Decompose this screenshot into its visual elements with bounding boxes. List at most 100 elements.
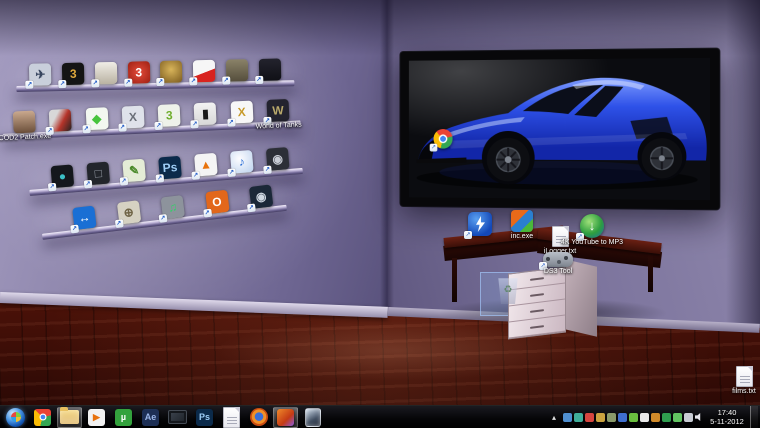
tray-icon-11[interactable] [673, 413, 682, 422]
eagle-game-icon[interactable]: ↗ [155, 60, 188, 83]
youtube-to-mp3-icon[interactable]: ↗ 4K YouTube to MP3 [574, 214, 610, 238]
game-app-taskbar-tile [277, 409, 294, 426]
tools-game-icon[interactable]: X↗ [115, 105, 152, 129]
firefox-taskbar[interactable] [246, 407, 271, 428]
tray-icon-6[interactable] [618, 413, 627, 422]
globe-app-icon[interactable]: ⊕↗ [109, 199, 147, 225]
shortcut-arrow-icon: ↗ [70, 225, 79, 234]
chrome-shortcut-icon[interactable]: ↗ [432, 129, 455, 149]
strategy-game-icon[interactable]: ↗ [89, 62, 122, 85]
utorrent-taskbar[interactable]: µ [111, 407, 136, 428]
ds3-tool-icon[interactable]: ↗ DS3 Tool [540, 252, 576, 267]
chrome-taskbar-tile [34, 409, 51, 426]
teamviewer-icon[interactable]: ↔↗ [65, 205, 103, 231]
mafia-2-icon[interactable]: ↗ [253, 58, 286, 81]
media-player-taskbar[interactable]: ▶ [84, 407, 109, 428]
shortcut-arrow-icon: ↗ [191, 120, 199, 128]
desk-leg-left [452, 258, 457, 302]
flight-simulator-x-icon[interactable]: X↗ [223, 100, 260, 124]
taskbar-apps: ▶µAe Ps [2, 406, 326, 428]
films-doc-icon[interactable]: films.txt [726, 366, 760, 387]
start-button[interactable] [3, 407, 28, 428]
eagle-game-tile: ↗ [160, 61, 182, 83]
tv-screen-lamborghini: ↗ [409, 58, 710, 200]
monitor-app-taskbar[interactable] [165, 407, 190, 428]
desk-leg-right [648, 252, 653, 292]
notes-app-taskbar-tile [223, 407, 240, 428]
lightning-app-icon[interactable]: ↗ [462, 212, 498, 236]
shortcut-arrow-icon: ↗ [46, 127, 54, 135]
films-doc-tile [736, 366, 753, 387]
soldier-game-icon[interactable]: ↗ [220, 59, 253, 82]
shortcut-arrow-icon: ↗ [91, 79, 99, 87]
glass-app-taskbar[interactable] [300, 407, 325, 428]
mw3-game-icon[interactable]: 3↗ [151, 104, 188, 128]
racing-game-icon[interactable]: ↗ [42, 109, 79, 133]
tray-icon-7[interactable] [629, 413, 638, 422]
notes-app-taskbar[interactable] [219, 407, 244, 428]
shortcut-arrow-icon: ↗ [155, 122, 163, 130]
world-of-tanks-tile: W↗ [266, 99, 289, 122]
max-payne-3-icon[interactable]: 3↗ [57, 62, 90, 85]
music-app-icon[interactable]: ♫↗ [154, 194, 192, 220]
tray-expand-arrow-icon[interactable]: ▴ [548, 413, 560, 422]
shortcut-arrow-icon: ↗ [58, 80, 66, 88]
system-tray [563, 413, 704, 422]
notepad-plus-plus-tile: ✎↗ [122, 159, 146, 183]
show-desktop-button[interactable] [750, 406, 758, 428]
red-alert-3-icon[interactable]: 3↗ [122, 61, 155, 84]
tray-icon-9[interactable] [651, 413, 660, 422]
teamviewer-tile: ↔↗ [72, 206, 96, 230]
explorer-taskbar-tile [60, 410, 79, 424]
monitor-app-taskbar-tile [168, 410, 187, 424]
adobe-ae-taskbar[interactable]: Ae [138, 407, 163, 428]
ds3-tool-label: DS3 Tool [544, 268, 572, 275]
box-app-icon[interactable]: □↗ [79, 161, 117, 186]
taskbar-clock[interactable]: 17:40 5-11-2012 [707, 408, 747, 427]
game-app-taskbar[interactable] [273, 407, 298, 428]
volume-icon[interactable] [695, 413, 704, 422]
desktop-wallpaper-room: ✈↗3↗↗3↗↗↗↗↗ COD2 Patch.exe↗◆↗X↗3↗▮↗X↗W↗W… [0, 0, 760, 405]
photoshop-tile: Ps↗ [158, 156, 182, 180]
shortcut-arrow-icon: ↗ [48, 183, 57, 192]
notepad-plus-plus-icon[interactable]: ✎↗ [115, 158, 153, 183]
chrome-logo-icon: ↗ [434, 129, 453, 149]
box-app-tile: □↗ [86, 162, 110, 186]
music-app-tile: ♫↗ [161, 195, 185, 219]
taskbar: ▶µAe Ps ▴ 17:40 5-11-2012 [0, 405, 760, 428]
tray-icon-4[interactable] [596, 413, 605, 422]
tray-icon-2[interactable] [574, 413, 583, 422]
recycle-bin-tile [497, 276, 519, 304]
shortcut-arrow-icon: ↗ [227, 118, 235, 126]
tray-icon-10[interactable] [662, 413, 671, 422]
f1-racing-icon[interactable]: ↗ [188, 60, 221, 83]
counter-strike-tile: ▮↗ [194, 102, 217, 125]
media-player-app-tile: ●↗ [51, 164, 75, 188]
tray-icon-8[interactable] [640, 413, 649, 422]
shortcut-arrow-icon: ↗ [114, 219, 123, 228]
counter-strike-icon[interactable]: ▮↗ [187, 102, 224, 126]
world-of-tanks-icon[interactable]: W↗World of Tanks [259, 99, 296, 123]
tray-icon-5[interactable] [607, 413, 616, 422]
globe-app-tile: ⊕↗ [116, 200, 140, 224]
tray-icon-3[interactable] [585, 413, 594, 422]
shortcut-arrow-icon: ↗ [203, 209, 212, 218]
media-player-app-icon[interactable]: ●↗ [44, 164, 82, 189]
clock-date: 5-11-2012 [707, 417, 747, 426]
shortcut-arrow-icon: ↗ [26, 81, 34, 89]
recycle-bin-icon[interactable] [490, 276, 526, 304]
inc-exe-tile [511, 210, 533, 232]
sims-3-icon[interactable]: ◆↗ [78, 107, 115, 131]
cod2-patch-icon[interactable]: COD2 Patch.exe [6, 110, 43, 134]
tray-icon-1[interactable] [563, 413, 572, 422]
tray-icon-12[interactable] [684, 413, 693, 422]
photoshop-taskbar[interactable]: Ps [192, 407, 217, 428]
origin-icon[interactable]: O↗ [198, 189, 236, 215]
inc-exe-icon[interactable]: inc.exe [504, 210, 540, 232]
chrome-taskbar[interactable] [30, 407, 55, 428]
warplane-game-icon[interactable]: ✈↗ [24, 63, 57, 86]
lightning-tile: ↗ [468, 212, 492, 236]
explorer-taskbar[interactable] [57, 407, 82, 428]
steam-icon[interactable]: ◉↗ [242, 184, 280, 210]
shortcut-arrow-icon: ↗ [124, 79, 132, 87]
